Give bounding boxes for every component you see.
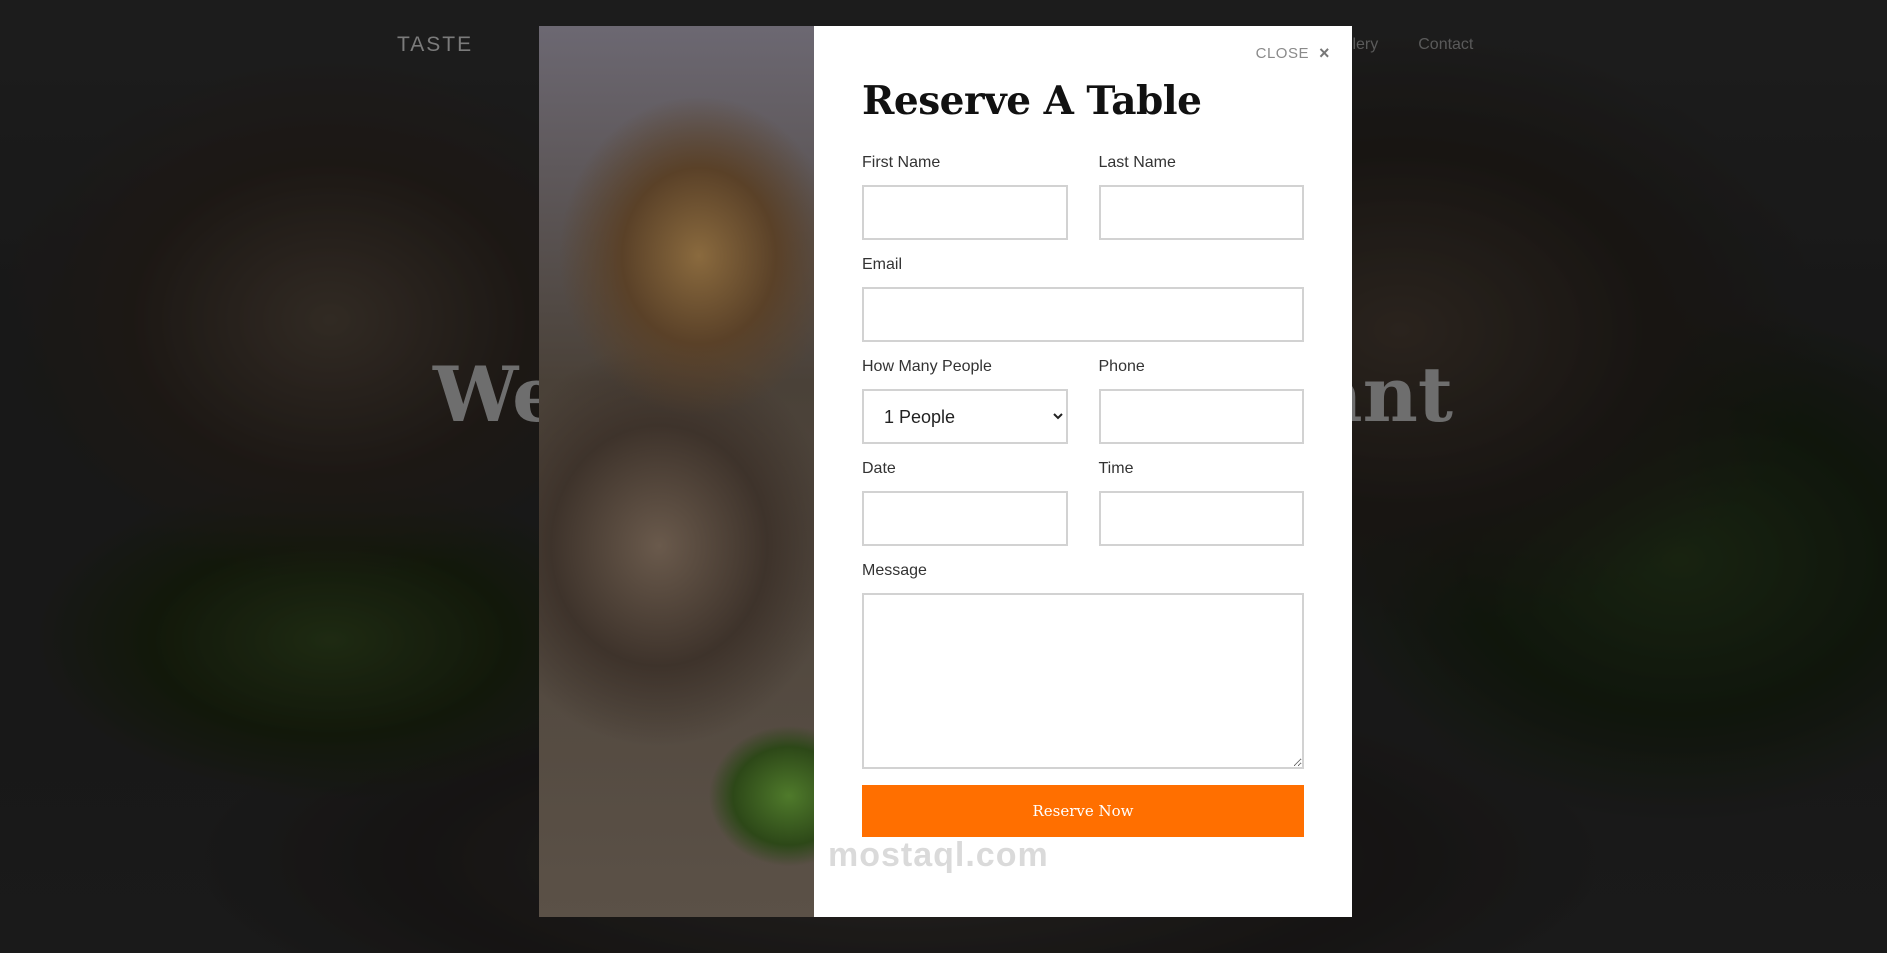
form-row-names: First Name Last Name <box>862 154 1304 240</box>
time-field-group: Time <box>1098 460 1304 546</box>
reservation-form: First Name Last Name Email How Many Peop… <box>862 154 1304 837</box>
phone-input[interactable] <box>1098 389 1304 444</box>
date-label: Date <box>862 460 896 477</box>
message-label: Message <box>862 562 927 579</box>
phone-label: Phone <box>1098 358 1145 375</box>
last-name-field-group: Last Name <box>1098 154 1304 240</box>
message-field-group: Message <box>862 562 1304 769</box>
phone-field-group: Phone <box>1098 358 1304 444</box>
modal-title: Reserve A Table <box>862 78 1202 124</box>
close-button[interactable]: CLOSE × <box>1256 43 1330 64</box>
reservation-modal: CLOSE × Reserve A Table First Name Last … <box>539 26 1352 917</box>
form-row-people-phone: How Many People 1 People Phone <box>862 358 1304 444</box>
first-name-field-group: First Name <box>862 154 1068 240</box>
first-name-label: First Name <box>862 154 941 171</box>
time-input[interactable] <box>1098 491 1304 546</box>
people-label: How Many People <box>862 358 992 375</box>
modal-body: CLOSE × Reserve A Table First Name Last … <box>814 26 1352 917</box>
close-icon: × <box>1318 43 1330 63</box>
form-row-email: Email <box>862 256 1304 342</box>
form-row-message: Message <box>862 562 1304 769</box>
time-label: Time <box>1098 460 1134 477</box>
modal-food-image <box>539 26 814 917</box>
people-field-group: How Many People 1 People <box>862 358 1068 444</box>
close-label: CLOSE <box>1255 45 1309 62</box>
date-field-group: Date <box>862 460 1068 546</box>
message-textarea[interactable] <box>862 593 1304 769</box>
email-input[interactable] <box>862 287 1304 342</box>
watermark: mostaql.com <box>828 836 1049 874</box>
people-select[interactable]: 1 People <box>862 389 1068 444</box>
email-field-group: Email <box>862 256 1304 342</box>
email-label: Email <box>862 256 903 273</box>
last-name-input[interactable] <box>1098 185 1304 240</box>
first-name-input[interactable] <box>862 185 1068 240</box>
reserve-now-button[interactable]: Reserve Now <box>862 785 1304 837</box>
form-row-date-time: Date Time <box>862 460 1304 546</box>
last-name-label: Last Name <box>1098 154 1176 171</box>
date-input[interactable] <box>862 491 1068 546</box>
